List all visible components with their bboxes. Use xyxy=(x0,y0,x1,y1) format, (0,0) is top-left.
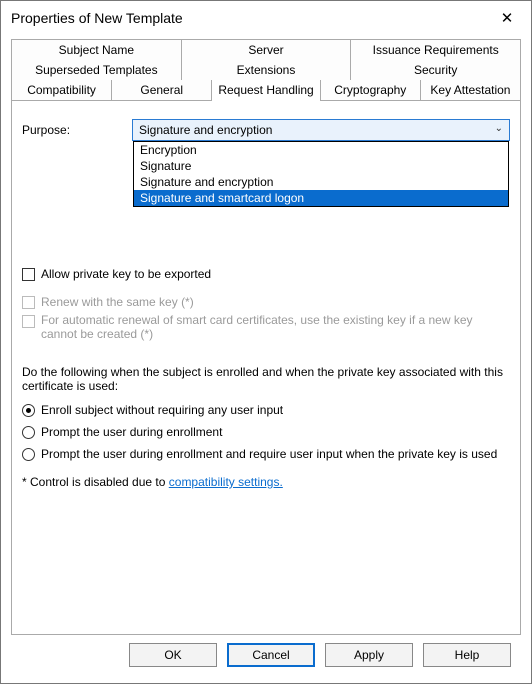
enroll-radio-prompt-label: Prompt the user during enrollment xyxy=(41,425,222,439)
tab-subject-name[interactable]: Subject Name xyxy=(11,39,182,60)
dialog-window: Properties of New Template ✕ Subject Nam… xyxy=(0,0,532,684)
help-button[interactable]: Help xyxy=(423,643,511,667)
purpose-label: Purpose: xyxy=(22,123,92,137)
tab-server[interactable]: Server xyxy=(182,39,352,60)
purpose-option[interactable]: Signature and encryption xyxy=(134,174,508,190)
apply-button[interactable]: Apply xyxy=(325,643,413,667)
tab-general[interactable]: General xyxy=(112,80,212,100)
close-icon[interactable]: ✕ xyxy=(491,9,523,27)
tab-extensions[interactable]: Extensions xyxy=(182,60,352,80)
auto-renew-label: For automatic renewal of smart card cert… xyxy=(41,313,510,341)
purpose-dropdown: Encryption Signature Signature and encry… xyxy=(133,141,509,207)
tab-strip: Subject Name Server Issuance Requirement… xyxy=(11,39,521,101)
button-bar: OK Cancel Apply Help xyxy=(11,635,521,675)
purpose-selected: Signature and encryption xyxy=(139,123,272,137)
cancel-button[interactable]: Cancel xyxy=(227,643,315,667)
enroll-intro: Do the following when the subject is enr… xyxy=(22,365,510,393)
enroll-radio-no-input[interactable] xyxy=(22,404,35,417)
tab-superseded-templates[interactable]: Superseded Templates xyxy=(11,60,182,80)
purpose-combo[interactable]: Signature and encryption ⌄ Encryption Si… xyxy=(132,119,510,141)
auto-renew-checkbox xyxy=(22,315,35,328)
allow-export-checkbox[interactable] xyxy=(22,268,35,281)
compatibility-settings-link[interactable]: compatibility settings. xyxy=(169,475,283,489)
titlebar: Properties of New Template ✕ xyxy=(1,1,531,35)
window-title: Properties of New Template xyxy=(11,10,491,26)
enroll-radio-group: Enroll subject without requiring any use… xyxy=(22,403,510,461)
tab-request-handling[interactable]: Request Handling xyxy=(212,80,320,100)
tab-key-attestation[interactable]: Key Attestation xyxy=(421,80,521,100)
allow-export-label: Allow private key to be exported xyxy=(41,267,211,281)
renew-same-checkbox xyxy=(22,296,35,309)
enroll-radio-prompt[interactable] xyxy=(22,426,35,439)
enroll-radio-prompt-require-label: Prompt the user during enrollment and re… xyxy=(41,447,497,461)
tab-pane: Purpose: Signature and encryption ⌄ Encr… xyxy=(11,101,521,635)
tab-cryptography[interactable]: Cryptography xyxy=(321,80,421,100)
tab-issuance-requirements[interactable]: Issuance Requirements xyxy=(351,39,521,60)
purpose-option[interactable]: Signature xyxy=(134,158,508,174)
chevron-down-icon: ⌄ xyxy=(495,123,503,134)
tab-security[interactable]: Security xyxy=(351,60,521,80)
footnote: * Control is disabled due to compatibili… xyxy=(22,475,510,489)
ok-button[interactable]: OK xyxy=(129,643,217,667)
tab-compatibility[interactable]: Compatibility xyxy=(11,80,112,100)
content-area: Subject Name Server Issuance Requirement… xyxy=(1,35,531,683)
enroll-radio-prompt-require[interactable] xyxy=(22,448,35,461)
renew-same-label: Renew with the same key (*) xyxy=(41,295,194,309)
enroll-radio-no-input-label: Enroll subject without requiring any use… xyxy=(41,403,283,417)
purpose-option[interactable]: Encryption xyxy=(134,142,508,158)
purpose-option[interactable]: Signature and smartcard logon xyxy=(134,190,508,206)
footnote-prefix: * Control is disabled due to xyxy=(22,475,169,489)
